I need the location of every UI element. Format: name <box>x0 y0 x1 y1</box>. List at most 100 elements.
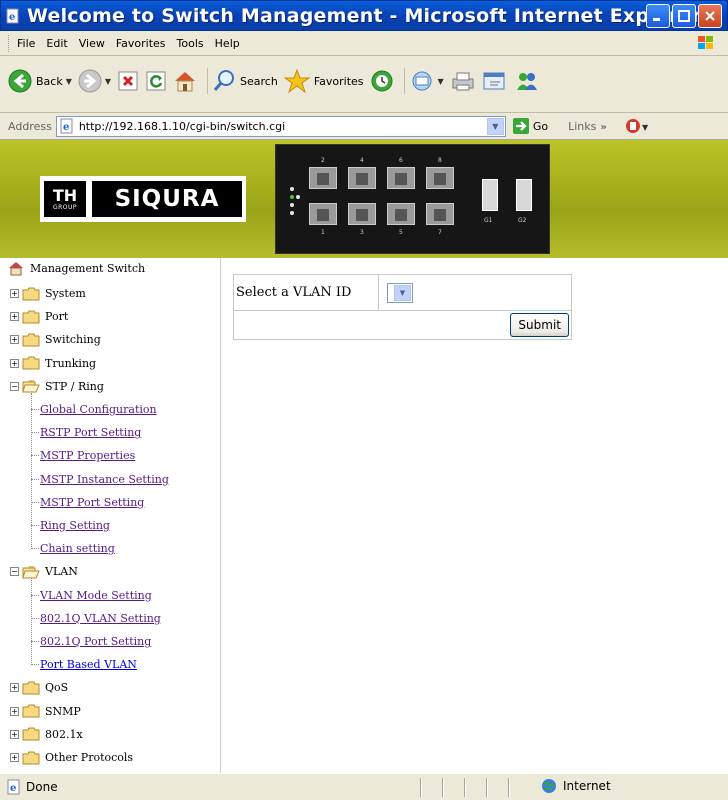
menu-view[interactable]: View <box>79 37 105 50</box>
menu-help[interactable]: Help <box>215 37 240 50</box>
tree-link-port-based-vlan[interactable]: Port Based VLAN <box>0 653 137 676</box>
menu-favorites[interactable]: Favorites <box>116 37 166 50</box>
window-titlebar[interactable]: e Welcome to Switch Management - Microso… <box>0 0 728 31</box>
status-divider <box>508 778 510 797</box>
tree-link-label[interactable]: 802.1Q VLAN Setting <box>40 612 161 625</box>
tree-link-802-1q-port-setting[interactable]: 802.1Q Port Setting <box>0 630 151 653</box>
refresh-button[interactable] <box>145 70 167 92</box>
expand-icon[interactable]: + <box>10 753 19 762</box>
home-button[interactable] <box>173 70 197 92</box>
port-label: 5 <box>399 229 403 236</box>
mail-dropdown-icon[interactable]: ▼ <box>438 77 444 86</box>
tree-folder-system[interactable]: + System <box>0 282 86 305</box>
tree-link-label[interactable]: RSTP Port Setting <box>40 426 141 439</box>
tree-folder-802-1x[interactable]: +802.1x <box>0 723 83 746</box>
forward-button[interactable]: ▼ <box>78 69 111 93</box>
tree-connector <box>31 478 39 480</box>
address-input[interactable]: e http://192.168.1.10/cgi-bin/switch.cgi… <box>55 115 506 137</box>
tree-folder-vlan[interactable]: − VLAN <box>0 560 78 583</box>
expand-icon[interactable]: + <box>10 289 19 298</box>
tree-folder-label: QoS <box>45 681 69 695</box>
tree-connector <box>31 548 39 550</box>
tree-link-802-1q-vlan-setting[interactable]: 802.1Q VLAN Setting <box>0 607 161 630</box>
tree-folder-trunking[interactable]: + Trunking <box>0 352 96 375</box>
vlan-id-select[interactable]: ▼ <box>387 282 413 303</box>
collapse-icon[interactable]: − <box>10 381 19 391</box>
port-6 <box>387 167 415 189</box>
address-dropdown-icon[interactable]: ▼ <box>486 117 504 135</box>
links-toolbar[interactable]: Links» <box>568 120 607 133</box>
expand-icon[interactable]: + <box>10 312 19 322</box>
minimize-button[interactable] <box>646 4 670 28</box>
tree-connector <box>31 641 39 642</box>
tree-link-label[interactable]: MSTP Instance Setting <box>40 473 169 486</box>
siqura-logo: TH GROUP SIQURA <box>40 176 246 222</box>
port-label: 8 <box>438 157 442 164</box>
menu-edit[interactable]: Edit <box>46 37 67 50</box>
translate-icon[interactable]: ▼ <box>623 116 651 136</box>
tree-link-label[interactable]: Ring Setting <box>40 519 110 532</box>
tree-link-vlan-mode-setting[interactable]: VLAN Mode Setting <box>0 584 152 607</box>
close-button[interactable] <box>698 4 722 28</box>
expand-icon[interactable]: + <box>10 683 19 693</box>
favorites-button[interactable]: Favorites <box>283 69 364 93</box>
messenger-button[interactable] <box>514 70 540 92</box>
folder-icon <box>22 681 45 695</box>
folder-icon <box>22 727 45 741</box>
back-button[interactable]: Back ▼ <box>8 69 72 93</box>
expand-icon[interactable]: + <box>10 358 19 368</box>
tree-link-label[interactable]: Port Based VLAN <box>40 658 137 671</box>
refresh-icon <box>146 71 166 91</box>
th-group-text: GROUP <box>52 203 78 211</box>
tree-folder-port[interactable]: + Port <box>0 305 68 328</box>
maximize-button[interactable] <box>672 4 696 28</box>
status-bar: e Done Internet <box>0 773 728 800</box>
tree-link-label[interactable]: Chain setting <box>40 542 115 555</box>
tree-link-label[interactable]: 802.1Q Port Setting <box>40 635 151 648</box>
forward-dropdown-icon[interactable]: ▼ <box>105 77 111 86</box>
menu-tools[interactable]: Tools <box>177 37 204 50</box>
tree-root[interactable]: Management Switch <box>8 260 145 276</box>
stop-button[interactable] <box>117 70 139 92</box>
tree-link-label[interactable]: VLAN Mode Setting <box>40 589 152 602</box>
edit-page-icon <box>483 72 505 90</box>
tree-folder-other-protocols[interactable]: + Other Protocols <box>0 746 133 769</box>
tree-link-chain-setting[interactable]: Chain setting <box>0 537 115 560</box>
tree-link-mstp-port-setting[interactable]: MSTP Port Setting <box>0 491 144 514</box>
page-icon: e <box>60 118 73 134</box>
tree-folder-switching[interactable]: + Switching <box>0 328 101 351</box>
menu-bar: File Edit View Favorites Tools Help <box>0 31 728 56</box>
security-zone[interactable]: Internet <box>541 778 611 794</box>
vlan-select-form: Select a VLAN ID ▼ Submit <box>233 274 572 340</box>
expand-icon[interactable]: + <box>10 706 19 716</box>
mail-button[interactable]: ▼ <box>409 70 444 92</box>
print-button[interactable] <box>450 70 476 92</box>
expand-icon[interactable]: + <box>10 729 19 739</box>
tree-folder-snmp[interactable]: + SNMP <box>0 700 81 723</box>
edit-button[interactable] <box>482 70 508 92</box>
zone-label: Internet <box>563 779 611 793</box>
tree-link-global-configuration[interactable]: Global Configuration <box>0 398 157 421</box>
tree-link-mstp-properties[interactable]: MSTP Properties <box>0 444 135 467</box>
expand-icon[interactable]: + <box>10 335 19 345</box>
tree-folder-stp-ring[interactable]: − STP / Ring <box>0 375 104 398</box>
search-button[interactable]: Search <box>212 69 278 93</box>
back-dropdown-icon[interactable]: ▼ <box>66 77 72 86</box>
history-button[interactable] <box>370 69 394 93</box>
submit-button[interactable]: Submit <box>510 313 569 337</box>
tree-link-label[interactable]: MSTP Port Setting <box>40 496 144 509</box>
tree-root-label: Management Switch <box>30 261 146 275</box>
stop-icon <box>118 71 138 91</box>
tree-link-label[interactable]: MSTP Properties <box>40 449 135 462</box>
tree-connector <box>31 392 32 548</box>
tree-link-rstp-port-setting[interactable]: RSTP Port Setting <box>0 421 141 444</box>
sfp-label: G2 <box>518 217 527 224</box>
menu-file[interactable]: File <box>17 37 35 50</box>
go-button[interactable]: Go <box>512 117 548 135</box>
tree-link-mstp-instance-setting[interactable]: MSTP Instance Setting <box>0 468 169 491</box>
tree-link-label[interactable]: Global Configuration <box>40 403 157 416</box>
tree-link-ring-setting[interactable]: Ring Setting <box>0 514 110 537</box>
menu-grip <box>8 34 11 52</box>
tree-folder-qos[interactable]: + QoS <box>0 676 68 699</box>
collapse-icon[interactable]: − <box>10 567 19 577</box>
